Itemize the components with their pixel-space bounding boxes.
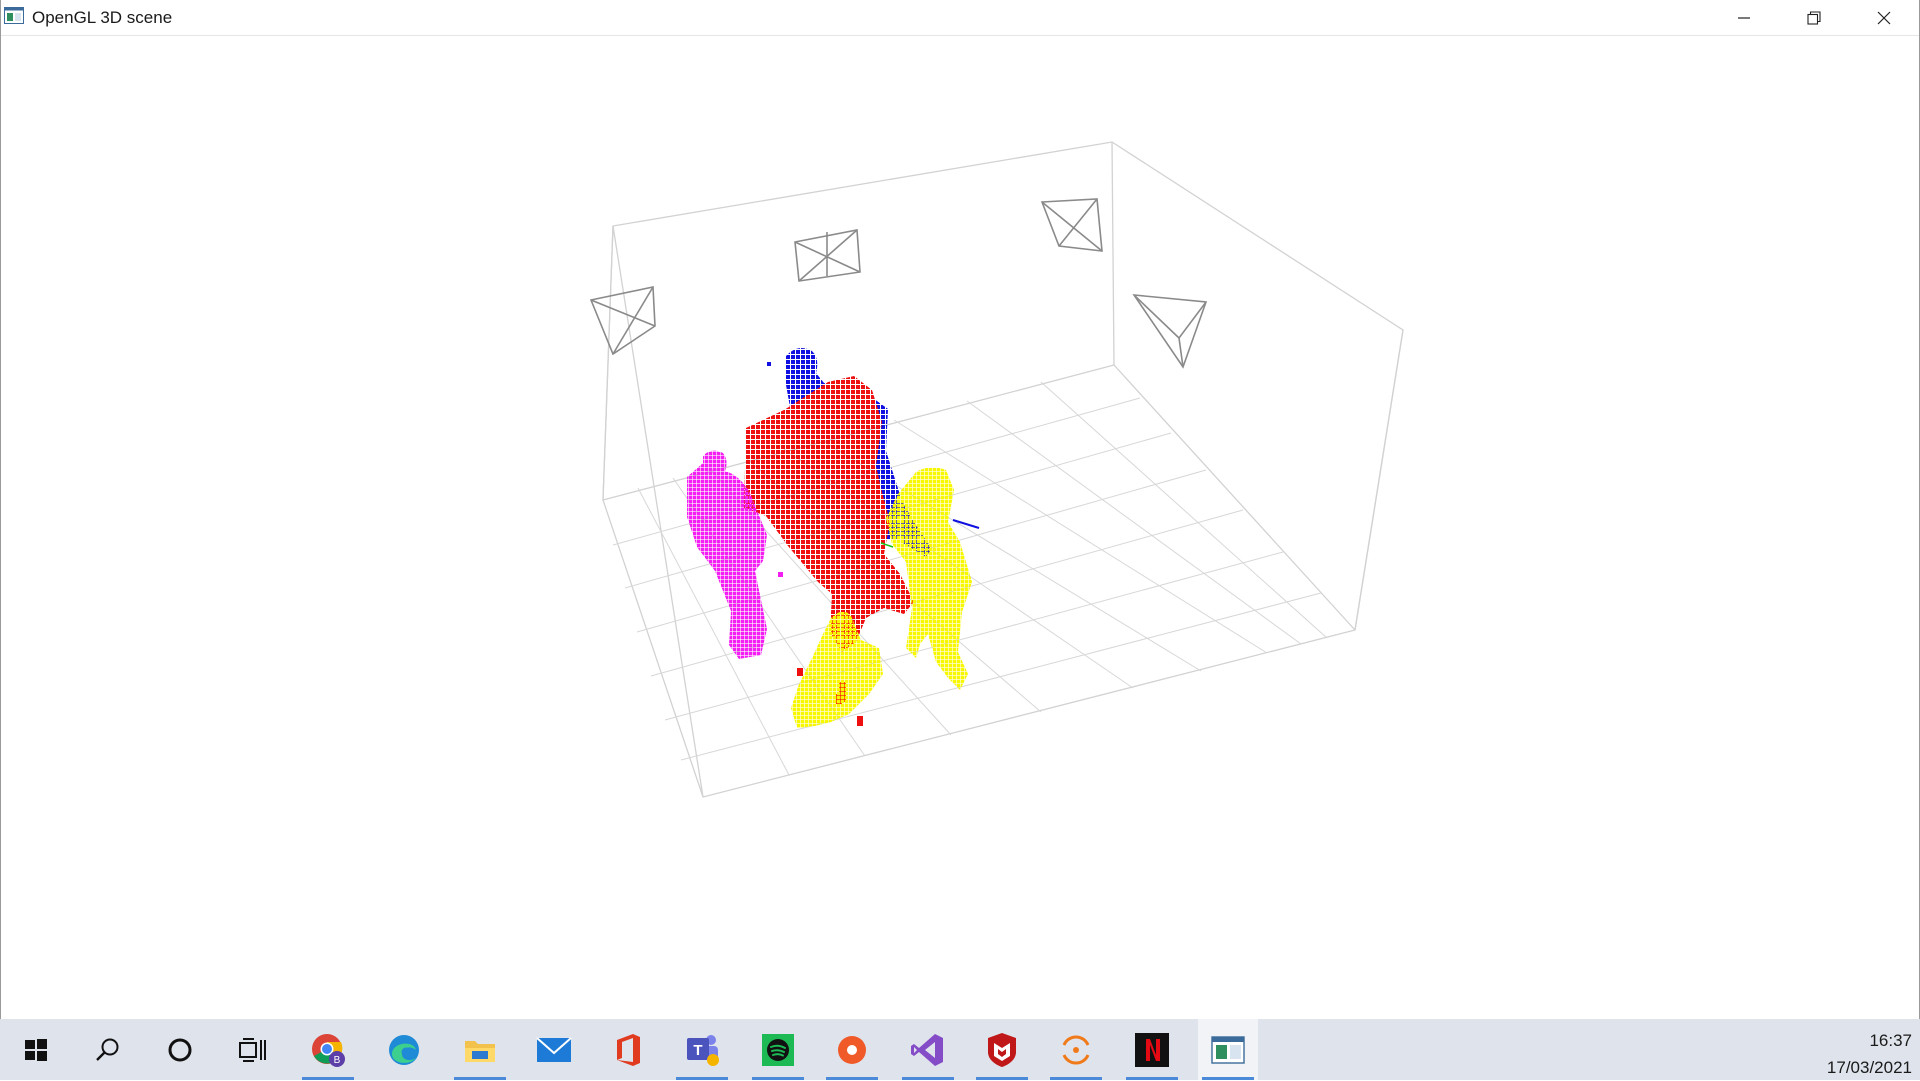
spotify-icon [762, 1033, 794, 1066]
taskbar-mail[interactable] [524, 1019, 584, 1080]
app-ring-icon [1062, 1035, 1090, 1064]
teams-icon: T [687, 1034, 719, 1066]
clock-date: 17/03/2021 [1826, 1058, 1912, 1077]
clock-time: 16:37 [1869, 1031, 1912, 1050]
search-icon [96, 1038, 119, 1061]
minimize-icon [1738, 16, 1750, 19]
camera-4 [1132, 294, 1208, 369]
taskbar-visual-studio[interactable] [898, 1019, 958, 1080]
taskbar-app-ring[interactable] [1046, 1019, 1106, 1080]
file-explorer-icon [465, 1040, 495, 1062]
mcafee-icon [988, 1032, 1016, 1067]
visual-studio-icon [911, 1033, 943, 1066]
taskbar-edge[interactable] [374, 1019, 434, 1080]
taskbar-teams[interactable]: T [672, 1019, 732, 1080]
taskbar-file-explorer[interactable] [450, 1019, 510, 1080]
cortana-icon [168, 1038, 192, 1061]
taskbar-netflix[interactable] [1122, 1019, 1182, 1080]
task-view-icon [239, 1037, 266, 1062]
taskbar-app-orange[interactable] [822, 1019, 882, 1080]
office-icon [617, 1033, 640, 1066]
opengl-window: OpenGL 3D scene [0, 0, 1920, 1019]
taskbar-chrome[interactable]: B [298, 1019, 358, 1080]
window-title: OpenGL 3D scene [32, 8, 173, 27]
camera-3 [1040, 198, 1103, 252]
minimize-button[interactable] [1709, 0, 1779, 35]
taskbar-mcafee[interactable] [972, 1019, 1032, 1080]
app-orange-icon [838, 1035, 866, 1064]
netflix-icon [1135, 1032, 1169, 1067]
opengl-canvas[interactable] [1, 36, 1919, 1019]
start-button[interactable] [6, 1019, 66, 1080]
taskbar: B T 16:37 17/03/2021 [0, 1019, 1920, 1080]
camera-2 [794, 229, 861, 282]
taskbar-spotify[interactable] [748, 1019, 808, 1080]
task-view-button[interactable] [222, 1019, 282, 1080]
close-icon [1877, 11, 1891, 24]
restore-icon [1807, 10, 1821, 25]
edge-icon [389, 1034, 419, 1065]
app-window-icon [4, 7, 24, 24]
title-bar[interactable]: OpenGL 3D scene [1, 0, 1919, 36]
close-button[interactable] [1849, 0, 1919, 35]
svg-text:B: B [334, 1055, 341, 1066]
cortana-button[interactable] [150, 1019, 210, 1080]
chrome-icon: B [312, 1033, 345, 1067]
opengl-app-icon [1211, 1035, 1245, 1064]
restore-button[interactable] [1779, 0, 1849, 35]
taskbar-opengl-app[interactable] [1198, 1019, 1258, 1080]
taskbar-office[interactable] [598, 1019, 658, 1080]
mail-icon [536, 1036, 572, 1062]
svg-text:T: T [693, 1042, 702, 1059]
taskbar-clock[interactable]: 16:37 17/03/2021 [1802, 1027, 1912, 1081]
start-icon [25, 1038, 47, 1061]
search-button[interactable] [78, 1019, 138, 1080]
camera-1 [589, 286, 656, 356]
